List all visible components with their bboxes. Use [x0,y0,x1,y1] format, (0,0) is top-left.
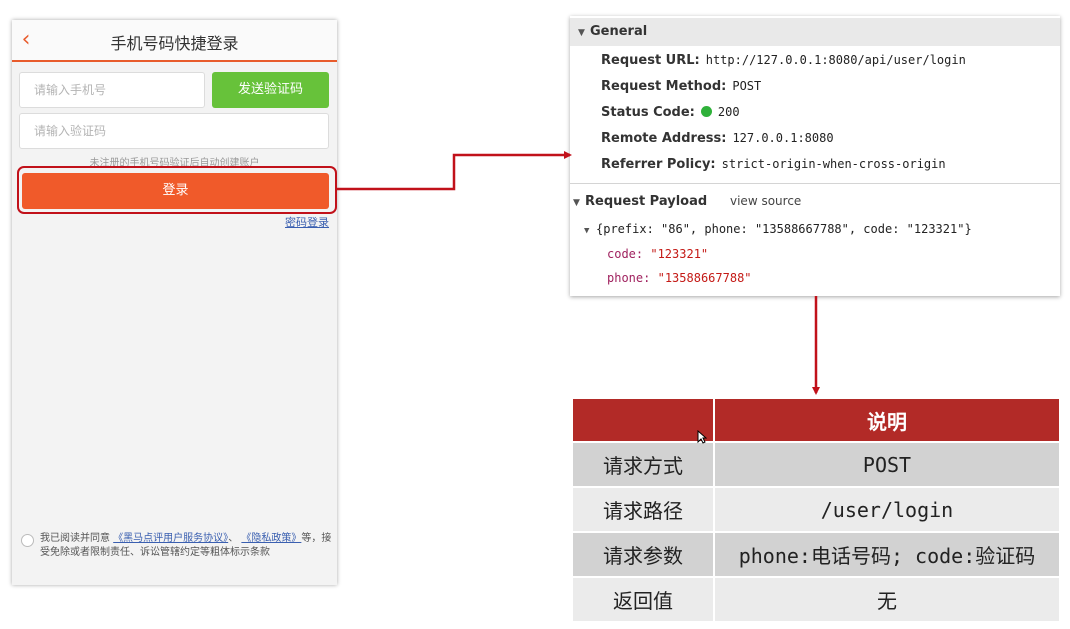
remote-address-row: Remote Address: 127.0.0.1:8080 [601,131,834,146]
remote-address-label: Remote Address: [601,131,727,146]
section-divider [570,183,1060,184]
agreement-prefix: 我已阅读并同意 [40,533,110,544]
table-header-blank [571,397,715,443]
general-section-header[interactable]: ▼ General [570,18,1060,46]
request-url-row: Request URL: http://127.0.0.1:8080/api/us… [601,53,966,68]
payload-object[interactable]: ▼ {prefix: "86", phone: "13588667788", co… [584,222,972,236]
collapse-triangle-icon[interactable]: ▼ [573,198,585,208]
page-title: 手机号码快捷登录 [110,34,239,53]
request-method-value: POST [732,79,762,93]
property-key: phone: [607,271,651,285]
request-payload-header[interactable]: ▼ Request Payload [573,194,707,209]
payload-title: Request Payload [585,194,708,209]
table-row: 请求参数 phone:电话号码; code:验证码 [571,531,1061,578]
property-value: "123321" [650,247,709,261]
view-source-link[interactable]: view source [730,194,801,208]
mouse-cursor-icon [697,430,707,444]
table-row: 请求路径 /user/login [571,486,1061,533]
agreement-radio[interactable] [21,534,34,547]
agreement-text: 我已阅读并同意 《黑马点评用户服务协议》、 《隐私政策》等，接受免除或者限制责任… [40,532,332,560]
property-value: "13588667788" [657,271,752,285]
auto-register-hint: 未注册的手机号码验证后自动创建账户 [89,158,260,166]
request-method-row: Request Method: POST [601,79,761,94]
payload-summary: {prefix: "86", phone: "13588667788", cod… [596,222,972,236]
table-cell-key: 请求参数 [571,531,715,578]
status-code-label: Status Code: [601,105,695,120]
request-url-label: Request URL: [601,53,700,68]
referrer-policy-value: strict-origin-when-cross-origin [721,157,946,171]
password-login-link[interactable]: 密码登录 [285,214,329,230]
payload-property: code: "123321" [607,247,708,261]
table-cell-value: /user/login [713,486,1061,533]
agreement-separator: 、 [228,533,239,544]
send-code-button[interactable]: 发送验证码 [212,72,329,108]
expand-triangle-icon[interactable]: ▼ [584,226,596,236]
table-header-row: 说明 [571,397,1061,443]
devtools-headers-panel: ▼ General Request URL: http://127.0.0.1:80… [570,16,1060,296]
referrer-policy-label: Referrer Policy: [601,157,716,172]
arrow-login-to-request [337,151,572,191]
code-input[interactable]: 请输入验证码 [19,113,329,149]
user-agreement-link[interactable]: 《黑马点评用户服务协议》 [113,533,228,544]
remote-address-value: 127.0.0.1:8080 [732,131,834,145]
referrer-policy-row: Referrer Policy: strict-origin-when-cross… [601,157,946,172]
login-header: ‹ 手机号码快捷登录 [12,20,337,62]
payload-property: phone: "13588667788" [607,271,752,285]
collapse-triangle-icon[interactable]: ▼ [578,19,590,47]
table-cell-key: 请求方式 [571,441,715,488]
table-cell-value: phone:电话号码; code:验证码 [713,531,1061,578]
login-button[interactable]: 登录 [22,173,329,209]
status-code-row: Status Code: 200 [601,105,740,120]
request-method-label: Request Method: [601,79,727,94]
status-code-value: 200 [717,105,740,119]
general-title: General [590,24,648,39]
table-cell-value: POST [713,441,1061,488]
table-row: 请求方式 POST [571,441,1061,488]
request-url-value: http://127.0.0.1:8080/api/user/login [705,53,966,67]
status-ok-icon [700,106,712,117]
property-key: code: [607,247,644,261]
table-header-description: 说明 [713,397,1061,443]
api-spec-table: 说明 请求方式 POST 请求路径 /user/login 请求参数 phone… [571,397,1061,623]
phone-input[interactable]: 请输入手机号 [19,72,205,108]
table-cell-key: 请求路径 [571,486,715,533]
table-cell-key: 返回值 [571,576,715,623]
table-cell-value: 无 [713,576,1061,623]
privacy-policy-link[interactable]: 《隐私政策》 [241,533,301,544]
login-panel: ‹ 手机号码快捷登录 请输入手机号 发送验证码 请输入验证码 未注册的手机号码验… [12,20,337,585]
table-row: 返回值 无 [571,576,1061,623]
